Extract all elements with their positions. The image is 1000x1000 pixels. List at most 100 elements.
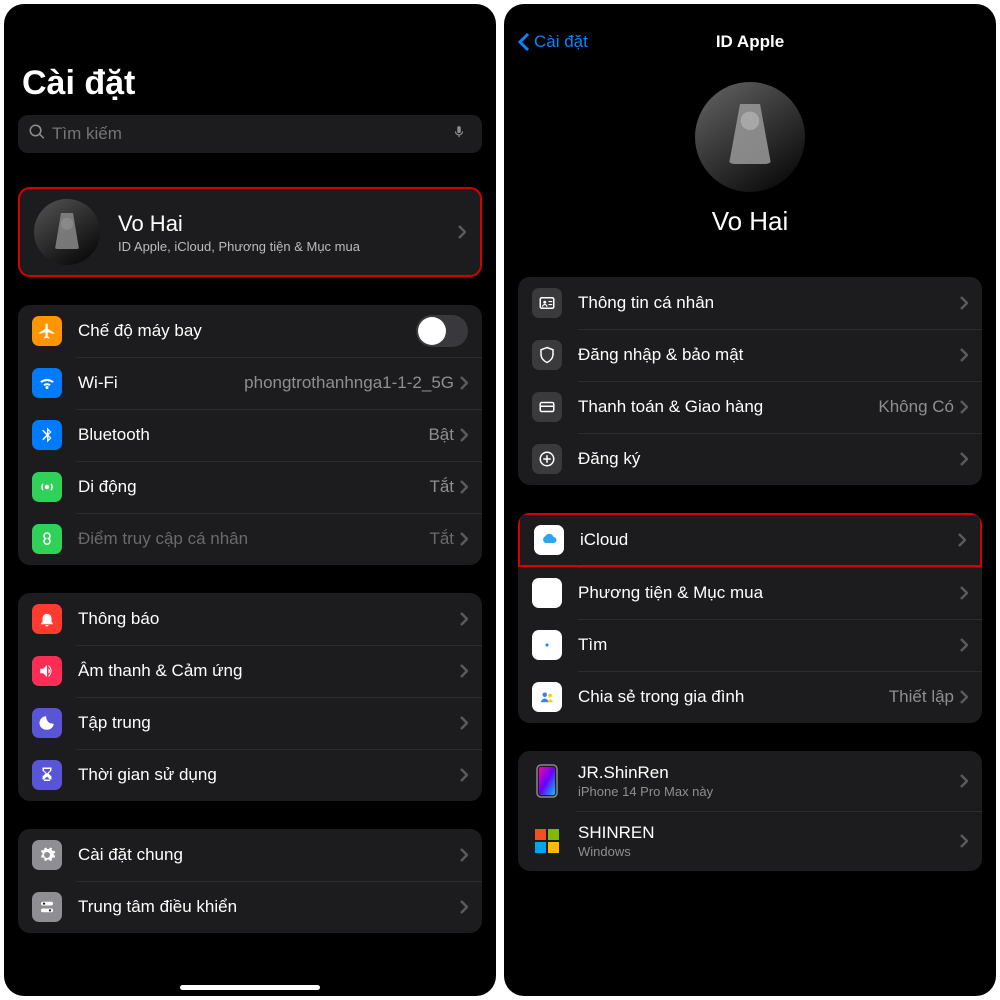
bell-icon <box>32 604 62 634</box>
chevron-right-icon <box>960 400 968 414</box>
apple-id-row[interactable]: Vo Hai ID Apple, iCloud, Phương tiện & M… <box>18 187 482 277</box>
chevron-right-icon <box>460 664 468 678</box>
subscriptions-label: Đăng ký <box>578 449 960 469</box>
device-row[interactable]: SHINREN Windows <box>518 811 982 871</box>
user-subtitle: ID Apple, iCloud, Phương tiện & Mục mua <box>118 239 458 254</box>
hotspot-icon <box>32 524 62 554</box>
sounds-row[interactable]: Âm thanh & Cảm ứng <box>18 645 482 697</box>
back-label: Cài đặt <box>534 32 588 52</box>
device-name: SHINREN <box>578 823 960 843</box>
hourglass-icon <box>32 760 62 790</box>
chevron-right-icon <box>960 348 968 362</box>
iphone-icon <box>532 761 562 801</box>
mic-icon[interactable] <box>452 123 472 146</box>
wifi-value: phongtrothanhnga1-1-2_5G <box>244 373 454 393</box>
user-name: Vo Hai <box>518 206 982 237</box>
hotspot-value: Tắt <box>429 529 454 549</box>
account-section: Thông tin cá nhân Đăng nhập & bảo mật Th… <box>518 277 982 485</box>
device-row[interactable]: JR.ShinRen iPhone 14 Pro Max này <box>518 751 982 811</box>
chevron-right-icon <box>458 225 466 239</box>
personal-info-label: Thông tin cá nhân <box>578 293 960 313</box>
chevron-right-icon <box>460 532 468 546</box>
payment-value: Không Có <box>878 397 954 417</box>
user-name: Vo Hai <box>118 211 458 237</box>
chevron-right-icon <box>960 774 968 788</box>
focus-row[interactable]: Tập trung <box>18 697 482 749</box>
airplane-row[interactable]: Chế độ máy bay <box>18 305 482 357</box>
screentime-row[interactable]: Thời gian sử dụng <box>18 749 482 801</box>
wifi-icon <box>32 368 62 398</box>
search-field[interactable] <box>52 124 452 144</box>
hotspot-row[interactable]: Điểm truy cập cá nhân Tắt <box>18 513 482 565</box>
bluetooth-row[interactable]: Bluetooth Bật <box>18 409 482 461</box>
cellular-icon <box>32 472 62 502</box>
signin-label: Đăng nhập & bảo mật <box>578 345 960 365</box>
devices-section: JR.ShinRen iPhone 14 Pro Max này SHINREN… <box>518 751 982 871</box>
plus-circle-icon <box>532 444 562 474</box>
icloud-label: iCloud <box>580 530 958 550</box>
general-row[interactable]: Cài đặt chung <box>18 829 482 881</box>
connectivity-group: Chế độ máy bay Wi-Fi phongtrothanhnga1-1… <box>18 305 482 565</box>
apple-id-screen: Cài đặt ID Apple Vo Hai Thông tin cá nhâ… <box>504 4 996 996</box>
moon-icon <box>32 708 62 738</box>
wifi-row[interactable]: Wi-Fi phongtrothanhnga1-1-2_5G <box>18 357 482 409</box>
hotspot-label: Điểm truy cập cá nhân <box>78 529 429 549</box>
avatar-large[interactable] <box>695 82 805 192</box>
windows-icon <box>532 821 562 861</box>
search-input[interactable] <box>18 115 482 153</box>
back-button[interactable]: Cài đặt <box>518 32 588 52</box>
subscriptions-row[interactable]: Đăng ký <box>518 433 982 485</box>
device-name: JR.ShinRen <box>578 763 960 783</box>
services-section: iCloud Phương tiện & Mục mua Tìm Chia sẻ… <box>518 513 982 723</box>
nav-bar: Cài đặt ID Apple <box>518 14 982 60</box>
cellular-label: Di động <box>78 477 429 497</box>
wifi-label: Wi-Fi <box>78 373 244 393</box>
settings-screen: Cài đặt Vo Hai ID Apple, iCloud, Phương … <box>4 4 496 996</box>
cloud-icon <box>534 525 564 555</box>
device-sub: iPhone 14 Pro Max này <box>578 784 960 799</box>
media-purchases-row[interactable]: Phương tiện & Mục mua <box>518 567 982 619</box>
family-sharing-row[interactable]: Chia sẻ trong gia đình Thiết lập <box>518 671 982 723</box>
chevron-right-icon <box>460 612 468 626</box>
payment-row[interactable]: Thanh toán & Giao hàng Không Có <box>518 381 982 433</box>
chevron-right-icon <box>958 533 966 547</box>
chevron-right-icon <box>460 376 468 390</box>
id-card-icon <box>532 288 562 318</box>
cellular-row[interactable]: Di động Tắt <box>18 461 482 513</box>
airplane-icon <box>32 316 62 346</box>
airplane-toggle[interactable] <box>416 315 468 347</box>
signin-security-row[interactable]: Đăng nhập & bảo mật <box>518 329 982 381</box>
general-group: Cài đặt chung Trung tâm điều khiển <box>18 829 482 933</box>
chevron-right-icon <box>460 848 468 862</box>
airplane-label: Chế độ máy bay <box>78 321 416 341</box>
chevron-right-icon <box>960 834 968 848</box>
personal-info-row[interactable]: Thông tin cá nhân <box>518 277 982 329</box>
search-icon <box>28 123 52 146</box>
chevron-right-icon <box>960 690 968 704</box>
find-label: Tìm <box>578 635 960 655</box>
notifications-label: Thông báo <box>78 609 460 629</box>
device-sub: Windows <box>578 844 960 859</box>
page-title: Cài đặt <box>22 64 482 103</box>
bluetooth-label: Bluetooth <box>78 425 428 445</box>
cellular-value: Tắt <box>429 477 454 497</box>
card-icon <box>532 392 562 422</box>
chevron-right-icon <box>460 428 468 442</box>
people-icon <box>532 682 562 712</box>
shield-icon <box>532 340 562 370</box>
sounds-label: Âm thanh & Cảm ứng <box>78 661 460 681</box>
screentime-label: Thời gian sử dụng <box>78 765 460 785</box>
bluetooth-value: Bật <box>428 425 454 445</box>
chevron-right-icon <box>960 586 968 600</box>
payment-label: Thanh toán & Giao hàng <box>578 397 878 417</box>
find-my-row[interactable]: Tìm <box>518 619 982 671</box>
notifications-row[interactable]: Thông báo <box>18 593 482 645</box>
icloud-row[interactable]: iCloud <box>518 513 982 567</box>
switches-icon <box>32 892 62 922</box>
chevron-right-icon <box>460 716 468 730</box>
chevron-right-icon <box>460 768 468 782</box>
media-label: Phương tiện & Mục mua <box>578 583 960 603</box>
home-indicator[interactable] <box>180 985 320 990</box>
control-center-row[interactable]: Trung tâm điều khiển <box>18 881 482 933</box>
general-label: Cài đặt chung <box>78 845 460 865</box>
